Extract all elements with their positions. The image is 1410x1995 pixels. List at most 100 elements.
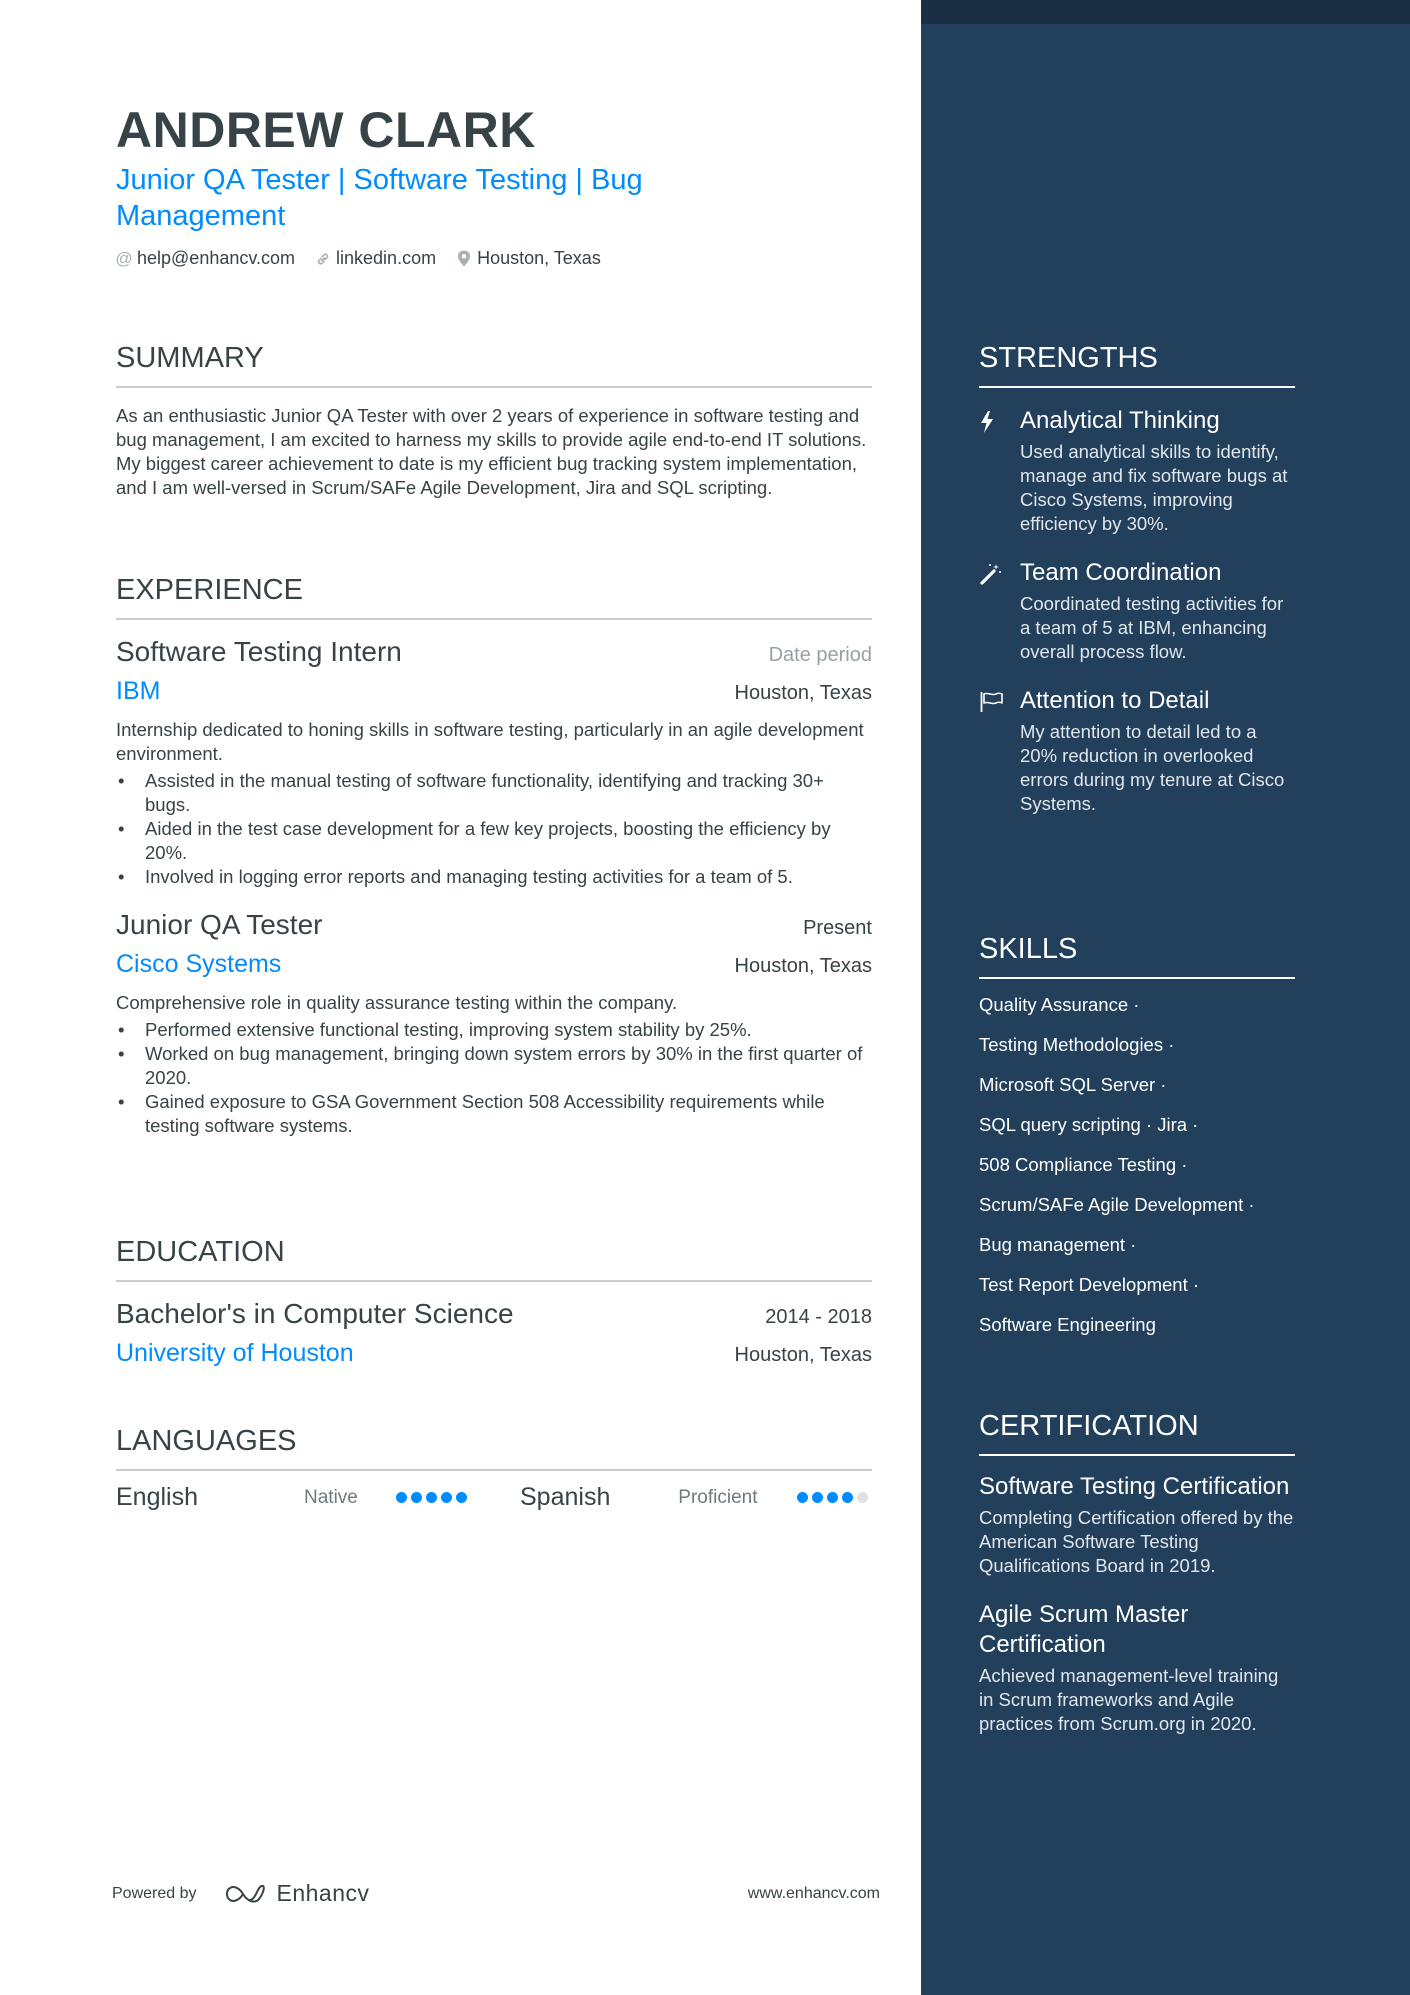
skill-line: Software Engineering xyxy=(979,1314,1156,1335)
skill-line: SQL query scripting · Jira · xyxy=(979,1114,1199,1135)
experience-entry: Junior QA Tester Present Cisco Systems H… xyxy=(116,907,872,1138)
brand-name: Enhancv xyxy=(276,1880,370,1906)
job-bullet: Gained exposure to GSA Government Sectio… xyxy=(116,1090,872,1138)
rating-dot-filled xyxy=(441,1492,452,1503)
sidebar-top-bar xyxy=(921,0,1410,24)
footer: Powered by Enhancv www.enhancv.com xyxy=(112,1880,880,1907)
contact-email-text: help@enhancv.com xyxy=(137,248,296,268)
skill-line: Bug management · xyxy=(979,1234,1137,1255)
language-name: Spanish xyxy=(520,1483,611,1511)
job-role: Software Testing Intern xyxy=(116,636,402,667)
main-column: ANDREW CLARK Junior QA Tester | Software… xyxy=(0,0,921,1995)
section-divider xyxy=(979,977,1295,979)
experience-section: EXPERIENCE Software Testing Intern Date … xyxy=(116,572,872,1138)
section-divider xyxy=(979,1454,1295,1456)
strength-item: Attention to Detail My attention to deta… xyxy=(979,686,1295,816)
job-bullet: Aided in the test case development for a… xyxy=(116,817,872,865)
section-divider xyxy=(116,386,872,388)
skills-heading: SKILLS xyxy=(979,933,1078,965)
school: University of Houston xyxy=(116,1339,354,1367)
job-bullet: Involved in logging error reports and ma… xyxy=(116,865,872,889)
rating-dot-filled xyxy=(797,1492,808,1503)
education-location: Houston, Texas xyxy=(734,1344,873,1366)
experience-heading: EXPERIENCE xyxy=(116,574,303,606)
strength-title: Analytical Thinking xyxy=(1020,407,1220,434)
languages-heading: LANGUAGES xyxy=(116,1425,297,1457)
job-company: IBM xyxy=(116,677,161,705)
experience-entry: Software Testing Intern Date period IBM … xyxy=(116,634,872,889)
link-icon xyxy=(315,251,331,267)
rating-dot-filled xyxy=(812,1492,823,1503)
skill-line: Microsoft SQL Server · xyxy=(979,1074,1167,1095)
job-location: Houston, Texas xyxy=(734,682,873,704)
rating-dot-filled xyxy=(396,1492,407,1503)
website-link[interactable]: www.enhancv.com xyxy=(748,1885,880,1903)
rating-dot-filled xyxy=(426,1492,437,1503)
skills-section: SKILLS Quality Assurance · Testing Metho… xyxy=(979,931,1295,1337)
skill-line: Test Report Development · xyxy=(979,1274,1200,1295)
job-bullet: Worked on bug management, bringing down … xyxy=(116,1042,872,1090)
certification-description: Completing Certification offered by the … xyxy=(979,1507,1294,1576)
language-rating xyxy=(396,1492,471,1503)
certification-heading: CERTIFICATION xyxy=(979,1410,1199,1442)
language-level: Proficient xyxy=(678,1486,758,1508)
job-bullets: Assisted in the manual testing of softwa… xyxy=(116,769,872,889)
summary-heading: SUMMARY xyxy=(116,342,264,374)
job-bullet: Assisted in the manual testing of softwa… xyxy=(116,769,872,817)
job-location: Houston, Texas xyxy=(734,955,873,977)
section-divider xyxy=(979,386,1295,388)
candidate-title: Junior QA Tester | Software Testing | Bu… xyxy=(116,164,643,232)
resume-header: ANDREW CLARK Junior QA Tester | Software… xyxy=(115,100,736,269)
skill-line: Scrum/SAFe Agile Development · xyxy=(979,1194,1255,1215)
enhancv-logo-icon xyxy=(225,1884,265,1902)
education-date: 2014 - 2018 xyxy=(765,1306,872,1328)
strengths-heading: STRENGTHS xyxy=(979,342,1158,374)
certification-item: Software Testing Certification Completin… xyxy=(979,1472,1295,1578)
education-entry: Bachelor's in Computer Science 2014 - 20… xyxy=(116,1296,872,1370)
rating-dot-filled xyxy=(827,1492,838,1503)
job-bullets: Performed extensive functional testing, … xyxy=(116,1018,872,1138)
section-divider xyxy=(116,618,872,620)
certification-title: Software Testing Certification xyxy=(979,1473,1290,1500)
strengths-section: STRENGTHS Analytical Thinking Used analy… xyxy=(979,340,1295,816)
candidate-name: ANDREW CLARK xyxy=(116,102,536,158)
contact-linkedin-text: linkedin.com xyxy=(336,248,437,268)
certification-section: CERTIFICATION Software Testing Certifica… xyxy=(979,1408,1295,1736)
contact-location-text: Houston, Texas xyxy=(477,248,601,268)
certification-title: Agile Scrum Master Certification xyxy=(979,1601,1189,1658)
skill-line: Quality Assurance · xyxy=(979,994,1140,1015)
job-date: Date period xyxy=(768,644,872,666)
flag-icon xyxy=(979,686,1020,816)
language-level: Native xyxy=(304,1486,358,1508)
magic-wand-icon xyxy=(979,558,1020,664)
job-company: Cisco Systems xyxy=(116,950,282,978)
strength-description: My attention to detail led to a 20% redu… xyxy=(1020,721,1285,814)
certification-description: Achieved management-level training in Sc… xyxy=(979,1665,1279,1734)
skill-line: 508 Compliance Testing · xyxy=(979,1154,1188,1175)
at-icon: @ xyxy=(115,248,133,268)
contact-list: @ help@enhancv.com linkedin.com Houston,… xyxy=(115,248,736,269)
language-rating xyxy=(797,1492,872,1503)
strength-item: Team Coordination Coordinated testing ac… xyxy=(979,558,1295,664)
rating-dot-filled xyxy=(456,1492,467,1503)
enhancv-logo[interactable]: Enhancv xyxy=(223,1880,370,1907)
contact-linkedin[interactable]: linkedin.com xyxy=(315,248,436,269)
education-section: EDUCATION Bachelor's in Computer Science… xyxy=(116,1234,872,1370)
rating-dot-filled xyxy=(411,1492,422,1503)
lightning-bolt-icon xyxy=(979,406,1020,536)
strength-title: Team Coordination xyxy=(1020,559,1222,586)
section-divider xyxy=(116,1469,872,1471)
strength-description: Used analytical skills to identify, mana… xyxy=(1020,441,1288,534)
section-divider xyxy=(116,1280,872,1282)
language-list: English Native Spanish Proficient xyxy=(116,1483,872,1512)
job-date: Present xyxy=(803,917,872,939)
job-role: Junior QA Tester xyxy=(116,909,323,940)
powered-by-label: Powered by xyxy=(112,1884,197,1902)
contact-email[interactable]: @ help@enhancv.com xyxy=(115,248,296,269)
job-description: Comprehensive role in quality assurance … xyxy=(116,992,678,1013)
job-bullet: Performed extensive functional testing, … xyxy=(116,1018,872,1042)
summary-section: SUMMARY As an enthusiastic Junior QA Tes… xyxy=(116,340,872,500)
language-item: English Native xyxy=(116,1483,520,1512)
strength-title: Attention to Detail xyxy=(1020,687,1210,714)
strength-item: Analytical Thinking Used analytical skil… xyxy=(979,406,1295,536)
